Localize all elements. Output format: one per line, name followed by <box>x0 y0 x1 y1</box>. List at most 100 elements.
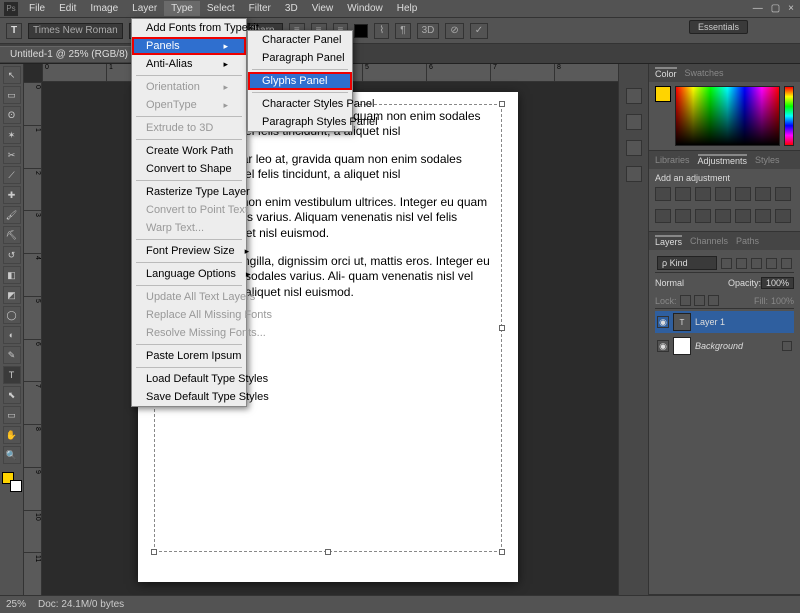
menu-type[interactable]: Type <box>164 1 200 16</box>
stamp-tool[interactable]: ⛏ <box>3 226 21 244</box>
workspace-switcher[interactable]: Essentials <box>689 20 748 34</box>
tab-adjustments[interactable]: Adjustments <box>698 154 748 166</box>
dodge-tool[interactable]: ◐ <box>3 326 21 344</box>
adjust-gradient-icon[interactable] <box>775 209 791 223</box>
layer-name[interactable]: Layer 1 <box>695 317 792 327</box>
canvas-area[interactable]: 012345678 01234567891011 olor sit amet, … <box>24 64 618 595</box>
submenu-item-paragraph-panel[interactable]: Paragraph Panel <box>248 49 352 67</box>
filter-smart-icon[interactable] <box>781 258 792 269</box>
filter-shape-icon[interactable] <box>766 258 777 269</box>
window-maximize[interactable]: ▢ <box>771 3 780 14</box>
paragraph-panel-icon[interactable] <box>626 166 642 182</box>
menu-item-panels[interactable]: Panels <box>132 37 246 55</box>
menu-help[interactable]: Help <box>390 1 425 16</box>
resize-handle[interactable] <box>325 549 331 555</box>
fill-value[interactable]: 100% <box>771 296 794 306</box>
eraser-tool[interactable]: ◧ <box>3 266 21 284</box>
properties-panel-icon[interactable] <box>626 114 642 130</box>
adjust-posterize-icon[interactable] <box>735 209 751 223</box>
menu-edit[interactable]: Edit <box>52 1 83 16</box>
adjust-curves-icon[interactable] <box>695 187 711 201</box>
background-swatch[interactable] <box>10 480 22 492</box>
layer-item[interactable]: ◉ Background <box>655 335 794 357</box>
adjust-exposure-icon[interactable] <box>715 187 731 201</box>
menu-filter[interactable]: Filter <box>242 1 278 16</box>
opacity-value[interactable]: 100% <box>761 277 794 289</box>
layer-name[interactable]: Background <box>695 341 778 351</box>
hue-slider[interactable] <box>784 86 794 146</box>
filter-pixel-icon[interactable] <box>721 258 732 269</box>
doc-info[interactable]: Doc: 24.1M/0 bytes <box>38 599 124 610</box>
menu-item-anti-alias[interactable]: Anti-Alias <box>132 55 246 73</box>
color-swatch[interactable] <box>655 86 671 102</box>
move-tool[interactable]: ↖ <box>3 66 21 84</box>
submenu-item-character-styles-panel[interactable]: Character Styles Panel <box>248 95 352 113</box>
zoom-level[interactable]: 25% <box>6 599 26 610</box>
pen-tool[interactable]: ✎ <box>3 346 21 364</box>
menu-item-load-default-type-styles[interactable]: Load Default Type Styles <box>132 370 246 388</box>
document-tab[interactable]: Untitled-1 @ 25% (RGB/8) × <box>0 46 149 62</box>
warp-text-button[interactable]: ⌇ <box>374 23 389 39</box>
heal-tool[interactable]: ✚ <box>3 186 21 204</box>
layer-item[interactable]: ◉ T Layer 1 <box>655 311 794 333</box>
type-tool-btn[interactable]: T <box>3 366 21 384</box>
menu-item-create-work-path[interactable]: Create Work Path <box>132 142 246 160</box>
eyedropper-tool[interactable]: ⟋ <box>3 166 21 184</box>
cancel-edit-button[interactable]: ⊘ <box>445 23 463 39</box>
adjust-lookup-icon[interactable] <box>695 209 711 223</box>
lock-position-icon[interactable] <box>694 295 705 306</box>
resize-handle[interactable] <box>499 549 505 555</box>
hand-tool[interactable]: ✋ <box>3 426 21 444</box>
marquee-tool[interactable]: ▭ <box>3 86 21 104</box>
filter-adjust-icon[interactable] <box>736 258 747 269</box>
threeD-button[interactable]: 3D <box>417 23 440 39</box>
resize-handle[interactable] <box>499 101 505 107</box>
window-minimize[interactable]: — <box>753 3 763 14</box>
tab-layers[interactable]: Layers <box>655 235 682 247</box>
wand-tool[interactable]: ✶ <box>3 126 21 144</box>
visibility-toggle[interactable]: ◉ <box>657 316 669 328</box>
adjust-bw-icon[interactable] <box>775 187 791 201</box>
font-family-select[interactable]: Times New Roman <box>28 23 123 39</box>
menu-3d[interactable]: 3D <box>278 1 305 16</box>
tab-styles[interactable]: Styles <box>755 155 780 165</box>
history-panel-icon[interactable] <box>626 88 642 104</box>
menu-item-save-default-type-styles[interactable]: Save Default Type Styles <box>132 388 246 406</box>
menu-image[interactable]: Image <box>83 1 125 16</box>
blur-tool[interactable]: ◯ <box>3 306 21 324</box>
lock-all-icon[interactable] <box>708 295 719 306</box>
adjust-invert-icon[interactable] <box>715 209 731 223</box>
adjust-vibrance-icon[interactable] <box>735 187 751 201</box>
text-color-swatch[interactable] <box>354 24 368 38</box>
tab-swatches[interactable]: Swatches <box>685 68 724 78</box>
color-spectrum[interactable] <box>675 86 780 146</box>
adjust-mixer-icon[interactable] <box>675 209 691 223</box>
brush-tool[interactable]: 🖌 <box>3 206 21 224</box>
menu-file[interactable]: File <box>22 1 52 16</box>
visibility-toggle[interactable]: ◉ <box>657 340 669 352</box>
menu-window[interactable]: Window <box>340 1 390 16</box>
path-select-tool[interactable]: ⬉ <box>3 386 21 404</box>
commit-edit-button[interactable]: ✓ <box>470 23 488 39</box>
filter-type-icon[interactable] <box>751 258 762 269</box>
menu-item-add-fonts-from-typekit-[interactable]: Add Fonts from Typekit... <box>132 19 246 37</box>
tab-color[interactable]: Color <box>655 67 677 79</box>
char-panel-toggle[interactable]: ¶ <box>395 23 410 39</box>
layer-filter-kind[interactable]: ρ Kind <box>657 256 717 270</box>
resize-handle[interactable] <box>499 325 505 331</box>
crop-tool[interactable]: ✂ <box>3 146 21 164</box>
shape-tool[interactable]: ▭ <box>3 406 21 424</box>
submenu-item-paragraph-styles-panel[interactable]: Paragraph Styles Panel <box>248 113 352 131</box>
color-swatches[interactable] <box>2 472 22 492</box>
blend-mode-select[interactable]: Normal <box>655 278 728 288</box>
lasso-tool[interactable]: ʘ <box>3 106 21 124</box>
history-brush-tool[interactable]: ↺ <box>3 246 21 264</box>
menu-item-rasterize-type-layer[interactable]: Rasterize Type Layer <box>132 183 246 201</box>
adjust-levels-icon[interactable] <box>675 187 691 201</box>
submenu-item-character-panel[interactable]: Character Panel <box>248 31 352 49</box>
resize-handle[interactable] <box>151 549 157 555</box>
menu-item-paste-lorem-ipsum[interactable]: Paste Lorem Ipsum <box>132 347 246 365</box>
window-close[interactable]: × <box>788 3 794 14</box>
adjust-threshold-icon[interactable] <box>755 209 771 223</box>
menu-item-convert-to-shape[interactable]: Convert to Shape <box>132 160 246 178</box>
